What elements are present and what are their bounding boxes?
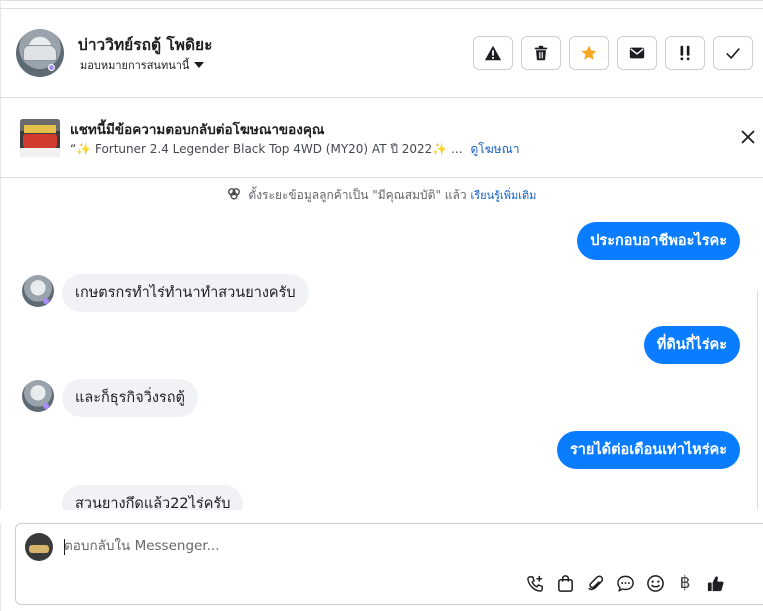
follow-up-button[interactable] [665,36,705,70]
message-bubble-incoming[interactable]: เกษตรกรทำไร่ทำนาทำสวนยางครับ [62,274,309,312]
contact-avatar-small[interactable] [22,380,54,412]
status-dot [43,403,49,409]
ad-reply-banner: แชทนี้มีข้อความตอบกลับต่อโฆษณาของคุณ “✨ … [0,98,763,178]
chat-scrollbar[interactable] [757,290,763,520]
phone-plus-icon [526,575,543,592]
star-icon [581,45,597,60]
lead-stage-notice: ตั้งระยะข้อมูลลูกค้าเป็น "มีคุณสมบัติ" แ… [0,186,763,205]
paperclip-icon [587,574,603,590]
thumbs-up-icon [707,575,723,591]
conversation-header: บ่าววิทย์รถตู้ โพดิยะ มอบหมายการสนทนานี้ [0,8,763,98]
lead-status-icon [227,188,240,200]
assign-label: มอบหมายการสนทนานี้ [80,59,190,72]
call-button[interactable] [524,572,546,594]
thumb-car [23,134,57,148]
checkmark-icon [726,47,740,60]
thumb-ground [20,148,60,157]
ad-banner-title: แชทนี้มีข้อความตอบกลับต่อโฆษณาของคุณ [70,122,325,138]
shop-button[interactable] [554,572,576,594]
caret-down-icon [194,62,205,68]
page-avatar [25,533,53,561]
baht-icon: ฿ [679,573,691,593]
envelope-icon [629,47,645,59]
contact-avatar-small[interactable] [22,275,54,307]
contact-name[interactable]: บ่าววิทย์รถตู้ โพดิยะ [78,32,212,57]
text-cursor [64,539,65,555]
star-button[interactable] [569,36,609,70]
ad-caption: “✨ Fortuner 2.4 Legender Black Top 4WD (… [70,142,463,156]
warning-triangle-icon [484,45,502,61]
learn-more-link[interactable]: เรียนรู้เพิ่มเติม [470,189,536,202]
view-ad-link[interactable]: ดูโฆษณา [471,140,520,159]
mark-unread-button[interactable] [617,36,657,70]
emoji-button[interactable] [644,572,666,594]
assign-conversation-dropdown[interactable]: มอบหมายการสนทนานี้ [80,56,205,74]
reply-composer: ฿ [15,523,763,605]
like-button[interactable] [704,572,726,594]
reply-input[interactable] [64,538,664,554]
status-dot [48,64,55,71]
ad-thumbnail[interactable] [20,119,60,157]
ad-banner-subtitle: “✨ Fortuner 2.4 Legender Black Top 4WD (… [70,140,519,159]
smiley-icon [646,574,664,592]
report-spam-button[interactable] [473,36,513,70]
composer-toolbar: ฿ [524,572,726,594]
chat-bubble-icon [616,575,634,592]
notice-text: ตั้งระยะข้อมูลลูกค้าเป็น "มีคุณสมบัติ" แ… [248,188,467,202]
saved-replies-button[interactable] [614,572,636,594]
chat-clip [0,510,763,524]
message-bubble-incoming[interactable]: และก็ธุรกิจวิ่งรถตู้ [62,379,198,417]
message-bubble-outgoing[interactable]: รายได้ต่อเดือนเท่าไหร่คะ [556,431,740,469]
van-photo [23,45,57,61]
thumb-sign [24,125,56,133]
page-avatar-image [29,545,49,553]
status-dot [43,298,49,304]
trash-icon [534,45,548,61]
shopping-bag-icon [557,574,573,592]
header-actions [473,36,753,70]
message-bubble-outgoing[interactable]: ประกอบอาชีพอะไรคะ [577,222,740,260]
close-icon[interactable] [740,129,756,145]
contact-avatar[interactable] [16,29,64,77]
attach-button[interactable] [584,572,606,594]
payment-button[interactable]: ฿ [674,572,696,594]
mark-done-button[interactable] [713,36,753,70]
message-bubble-outgoing[interactable]: ที่ดินกี่ไร่คะ [643,326,740,364]
double-exclamation-icon [680,45,690,61]
delete-button[interactable] [521,36,561,70]
